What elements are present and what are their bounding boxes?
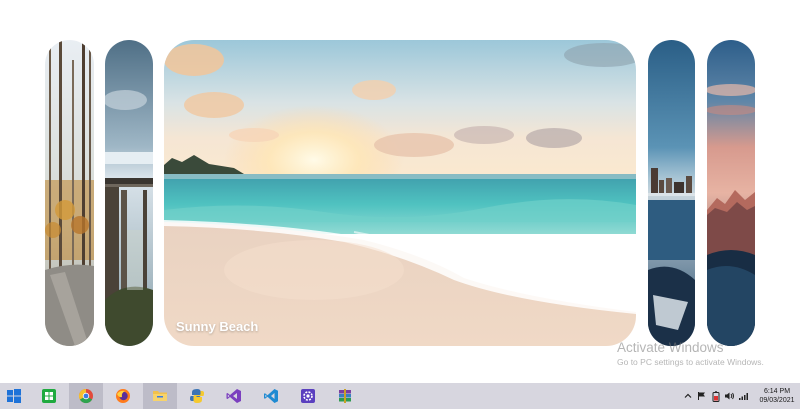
taskbar-app-spreadsheet[interactable] [32,383,66,409]
network-icon [739,393,748,400]
tray-overflow-button[interactable] [681,383,694,409]
clock-time: 6:14 PM [763,388,791,395]
volume-icon [725,392,734,400]
desktop: Sunny Beach Activate Windows Go to PC se… [0,0,800,383]
chrome-icon [78,388,93,404]
windows-start-icon [7,389,21,403]
taskbar-app-firefox[interactable] [106,383,140,409]
mountain-image [707,40,755,346]
taskbar-app-archive[interactable] [328,383,362,409]
taskbar-app-file-explorer[interactable] [143,383,177,409]
gallery-panel-mountain[interactable] [707,40,755,346]
watermark-subtitle: Go to PC settings to activate Windows. [617,357,764,367]
taskbar-app-visual-studio[interactable] [217,383,251,409]
taskbar-app-vscode[interactable] [254,383,288,409]
taskbar: 6:14 PM 09/03/2021 [0,383,800,409]
taskbar-app-settings[interactable] [291,383,325,409]
tray-battery[interactable] [709,383,722,409]
battery-icon [712,390,719,402]
city-image [648,40,695,346]
tray-action-center-flag[interactable] [695,383,708,409]
vscode-icon [264,389,278,403]
panel-title: Sunny Beach [176,319,259,334]
settings-icon [301,389,315,403]
flag-icon [698,392,705,400]
bridge-image [105,40,153,346]
beach-image [164,40,636,346]
gallery-panel-bridge[interactable] [105,40,153,346]
taskbar-clock[interactable]: 6:14 PM 09/03/2021 [754,387,800,405]
gallery-panel-city[interactable] [648,40,695,346]
chevron-up-icon [684,393,691,398]
firefox-icon [116,389,130,403]
archive-icon [339,389,351,403]
tray-network[interactable] [737,383,750,409]
taskbar-app-python[interactable] [180,383,214,409]
tray-volume[interactable] [723,383,736,409]
activate-windows-watermark: Activate Windows Go to PC settings to ac… [617,340,764,367]
taskbar-app-chrome[interactable] [69,383,103,409]
system-tray: 6:14 PM 09/03/2021 [681,383,800,409]
watermark-title: Activate Windows [617,340,724,355]
gallery-panel-beach[interactable]: Sunny Beach [164,40,636,346]
file-explorer-icon [153,391,167,401]
visual-studio-icon [226,389,241,403]
start-button[interactable] [0,383,28,409]
gallery-panel-forest[interactable] [45,40,94,346]
clock-date: 09/03/2021 [759,397,795,404]
spreadsheet-icon [42,389,56,403]
forest-image [45,40,94,346]
python-icon [190,389,204,403]
